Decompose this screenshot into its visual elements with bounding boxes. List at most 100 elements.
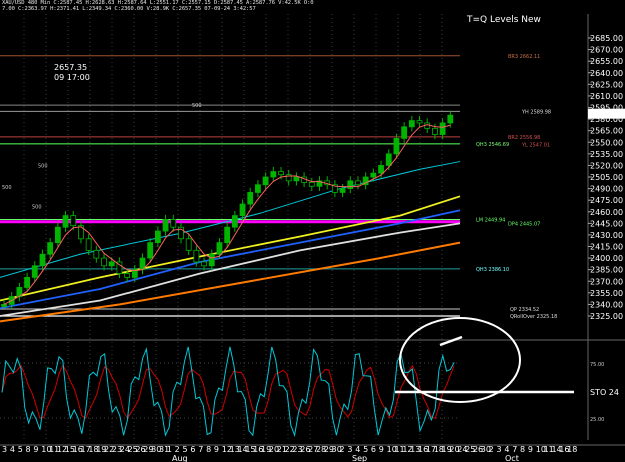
xaxis-day: 5 (18, 445, 23, 454)
price-axis-label: 2415.00 (590, 243, 623, 252)
xaxis-day: 18 (567, 445, 577, 454)
candle (439, 122, 446, 135)
level-label: YL 2547.01 (521, 143, 550, 149)
ma-blue (0, 209, 461, 310)
osc-tick: 75.00 (590, 362, 604, 368)
marker-500: 500 (32, 204, 42, 210)
xaxis-day: 6 (190, 445, 195, 454)
candle (432, 127, 438, 135)
candle (101, 257, 107, 267)
price-axis-label: 2685.00 (590, 34, 623, 43)
xaxis-day: 4 (355, 445, 360, 454)
candle (270, 171, 277, 178)
candle (378, 165, 384, 174)
candle (147, 242, 154, 259)
price-axis-label: 2565.00 (590, 127, 623, 136)
osc-label: STO 24 (590, 388, 619, 397)
candle (247, 192, 254, 205)
candle (124, 273, 131, 278)
candle (1, 304, 7, 307)
candle (255, 184, 261, 193)
xaxis-day: 3 (347, 445, 352, 454)
candle (208, 253, 215, 267)
xaxis-day: 8 (26, 445, 31, 454)
candle (170, 219, 177, 228)
candle (185, 238, 192, 251)
candle (293, 176, 300, 182)
candle (385, 153, 392, 166)
xaxis-day: 3 (497, 445, 502, 454)
price-axis-label: 2460.00 (590, 208, 623, 217)
price-axis-label: 2535.00 (590, 150, 623, 159)
candle (347, 180, 354, 189)
price-axis-label: 2505.00 (590, 173, 623, 182)
stoch-signal (1, 364, 455, 420)
xaxis-month: Sep (352, 454, 367, 462)
price-axis-label: 2640.00 (590, 69, 623, 78)
candle (108, 261, 115, 267)
price-axis-label: 2670.00 (590, 46, 623, 55)
candle (154, 230, 161, 244)
marker-500: 500 (38, 163, 48, 169)
xaxis-day: 5 (363, 445, 368, 454)
candle (216, 242, 223, 255)
annotation-arrow (439, 335, 463, 347)
xaxis-day: 9 (33, 445, 38, 454)
candle (24, 276, 30, 288)
candle (355, 180, 361, 186)
xaxis-day: 3 (2, 445, 7, 454)
xaxis-day: 8 (206, 445, 211, 454)
candle (47, 242, 54, 255)
osc-tick: 25.00 (590, 417, 604, 423)
stoch-line (1, 346, 455, 438)
xaxis-day: 4 (10, 445, 15, 454)
price-axis-label: 2490.00 (590, 185, 623, 194)
candle (85, 238, 92, 251)
price-axis-label: 2520.00 (590, 161, 623, 170)
candle (224, 226, 231, 244)
price-axis-label: 2475.00 (590, 196, 623, 205)
level-label: LM 2449.94 (476, 217, 505, 223)
price-axis-label: 2340.00 (590, 300, 623, 309)
price-axis-label: 2610.00 (590, 92, 623, 101)
candle (162, 219, 169, 232)
xaxis-day: 6 (371, 445, 376, 454)
xaxis-day: 4 (504, 445, 509, 454)
candle (447, 114, 454, 124)
xaxis-month: Oct (505, 454, 519, 462)
candle (54, 226, 61, 244)
xaxis-day: 8 (520, 445, 525, 454)
price-axis-label: 2625.00 (590, 80, 623, 89)
candle (70, 215, 77, 227)
xaxis-month: Aug (172, 454, 188, 462)
xaxis-day: 9 (379, 445, 384, 454)
xaxis-day: 1 (167, 445, 172, 454)
candle (370, 172, 377, 178)
level-label: QH3 2546.69 (476, 142, 509, 148)
price-axis-label: 2655.00 (590, 57, 623, 66)
level-label: BR3 2662.11 (508, 54, 540, 60)
xaxis-day: 7 (512, 445, 517, 454)
candle (278, 171, 284, 176)
price-axis-label: 2400.00 (590, 254, 623, 263)
level-label: BR2 2556.98 (508, 135, 540, 141)
candle (308, 182, 315, 187)
price-chart[interactable]: 2685.002670.002655.002640.002625.002610.… (0, 0, 625, 462)
xaxis-day: 5 (183, 445, 188, 454)
xaxis-day: 2 (489, 445, 494, 454)
price-axis-label: 2550.00 (590, 138, 623, 147)
level-label: QH3 2386.10 (476, 267, 509, 273)
candle (239, 203, 246, 217)
price-axis-label: 2370.00 (590, 277, 623, 286)
price-axis-label: 2445.00 (590, 219, 623, 228)
ma-orange (0, 241, 461, 323)
ma-short (3, 124, 451, 305)
current-price-label: 2587.41 (590, 110, 623, 119)
annotation-circle (399, 317, 521, 403)
xaxis-day: 9 (528, 445, 533, 454)
level-label: YH 2589.98 (521, 109, 551, 115)
candle (393, 137, 400, 155)
candle (39, 253, 46, 267)
candle (339, 188, 346, 193)
marker-500: 500 (192, 103, 202, 109)
